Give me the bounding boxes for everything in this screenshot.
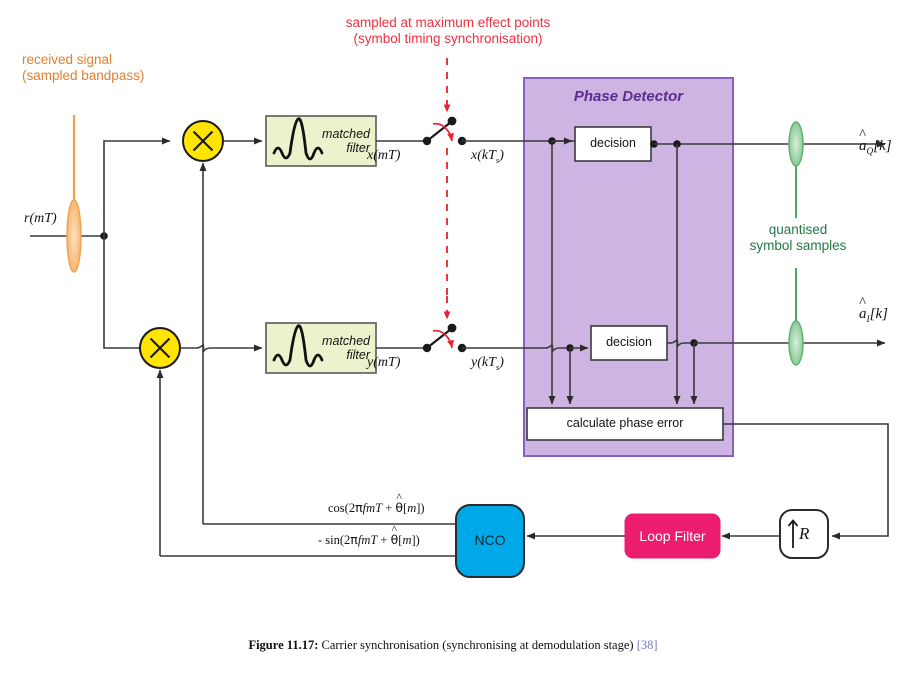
x-mt-label: x(mT) bbox=[367, 148, 400, 165]
matched-filter-upper-line2: filter bbox=[346, 141, 370, 156]
block-diagram bbox=[30, 58, 889, 578]
loop-filter-text: Loop Filter bbox=[639, 528, 706, 544]
matched-filter-upper-line1: matched bbox=[322, 127, 370, 141]
sampler-upper-arc bbox=[432, 122, 454, 142]
sampler-lower-arc bbox=[432, 329, 454, 349]
matched-filter-lower-label: matched filter bbox=[316, 334, 370, 363]
caption-number: Figure 11.17: bbox=[248, 638, 319, 652]
phase-detector-title: Phase Detector bbox=[524, 88, 733, 106]
received-signal-annotation-line1: received signal bbox=[22, 52, 113, 67]
matched-filter-upper-label: matched filter bbox=[316, 127, 370, 156]
loop-filter-label: Loop Filter bbox=[625, 528, 720, 545]
wire-lower-mixer-to-mf bbox=[180, 344, 263, 352]
nco-sin-label: - sin(2πfmT + θ[m]) bbox=[318, 532, 420, 548]
output-lower-hat: a bbox=[859, 306, 867, 324]
green-symbol-lens-upper bbox=[788, 121, 804, 167]
figure-caption: Figure 11.17: Carrier synchronisation (s… bbox=[0, 638, 906, 653]
received-signal-annotation: received signal (sampled bandpass) bbox=[22, 52, 212, 84]
phase-detector-title-text: Phase Detector bbox=[573, 88, 684, 105]
sampling-annotation-line2: (symbol timing synchronisation) bbox=[353, 30, 543, 46]
theta-hat-sin: θ bbox=[391, 532, 399, 548]
theta-hat-cos: θ bbox=[395, 500, 403, 516]
green-symbol-lens-lower bbox=[788, 320, 804, 366]
decision-lower-text: decision bbox=[606, 335, 652, 349]
quantised-samples-annotation-line2: symbol samples bbox=[749, 237, 847, 253]
output-upper-label: aQ[k] bbox=[859, 138, 892, 158]
nco-label: NCO bbox=[456, 532, 524, 549]
matched-filter-lower-line1: matched bbox=[322, 334, 370, 348]
x-mt-text: x(mT) bbox=[367, 148, 401, 163]
decision-upper-label: decision bbox=[575, 136, 651, 151]
y-mt-text: y(mT) bbox=[367, 355, 401, 370]
received-signal-annotation-line2: (sampled bandpass) bbox=[22, 67, 145, 83]
x-kts-label: x(kTs) bbox=[471, 148, 504, 165]
output-upper-hat: a bbox=[859, 138, 867, 156]
nco-cos-label: cos(2πfmT + θ[m]) bbox=[328, 500, 425, 516]
decision-lower-label: decision bbox=[591, 335, 667, 350]
quantised-samples-annotation: quantised symbol samples bbox=[736, 222, 860, 254]
y-mt-label: y(mT) bbox=[367, 355, 400, 372]
sampling-annotation-line1: sampled at maximum effect points bbox=[345, 15, 551, 30]
wire-split-up bbox=[103, 137, 171, 236]
orange-signal-lens bbox=[66, 199, 82, 273]
calculate-phase-error-text: calculate phase error bbox=[566, 416, 684, 430]
output-lower-label: aI[k] bbox=[859, 306, 888, 326]
matched-filter-lower-line2: filter bbox=[346, 348, 370, 363]
nco-text: NCO bbox=[474, 532, 506, 548]
upsampler-rate-text: R bbox=[799, 524, 810, 543]
sampler-upper-contact-top bbox=[447, 116, 457, 126]
calculate-phase-error-label: calculate phase error bbox=[527, 416, 723, 431]
upsampler-label: R bbox=[799, 524, 809, 544]
caption-text: Carrier synchronisation (synchronising a… bbox=[318, 638, 637, 652]
input-signal-text: r(mT) bbox=[24, 211, 57, 226]
sampler-lower-contact-top bbox=[447, 323, 457, 333]
sampling-annotation: sampled at maximum effect points (symbol… bbox=[303, 15, 593, 47]
figure-canvas: sampled at maximum effect points (symbol… bbox=[0, 0, 906, 686]
y-kts-label: y(kTs) bbox=[471, 355, 504, 372]
caption-reference: [38] bbox=[636, 638, 658, 652]
quantised-samples-annotation-line1: quantised bbox=[768, 222, 828, 237]
input-signal-label: r(mT) bbox=[24, 211, 57, 228]
decision-upper-text: decision bbox=[590, 136, 636, 150]
